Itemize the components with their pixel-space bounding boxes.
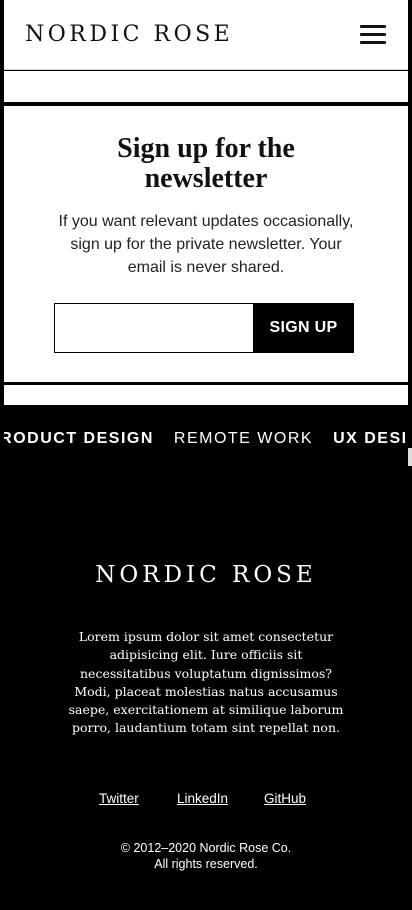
footer-description: Lorem ipsum dolor sit amet consectetur a… xyxy=(68,629,344,736)
spacer xyxy=(4,385,408,405)
newsletter-title: Sign up for the newsletter xyxy=(4,134,408,194)
page-frame: NORDIC ROSE Sign up for the newsletter I… xyxy=(4,0,408,910)
footer-logo: NORDIC ROSE xyxy=(95,562,317,588)
newsletter-section: Sign up for the newsletter If you want r… xyxy=(4,106,408,382)
newsletter-title-line1: Sign up for the xyxy=(117,133,295,164)
social-links: Twitter LinkedIn GitHub xyxy=(4,791,408,811)
linkedin-link[interactable]: LinkedIn xyxy=(177,791,228,806)
copyright-line2: All rights reserved. xyxy=(154,857,258,871)
copyright-line1: © 2012–2020 Nordic Rose Co. xyxy=(120,841,292,855)
spacer xyxy=(4,71,408,102)
copyright: © 2012–2020 Nordic Rose Co. All rights r… xyxy=(4,840,408,872)
twitter-link[interactable]: Twitter xyxy=(99,791,139,806)
site-header: NORDIC ROSE xyxy=(4,0,408,70)
scrollbar-thumb[interactable] xyxy=(408,448,412,466)
newsletter-description: If you want relevant updates occasionall… xyxy=(58,213,354,276)
ticker-track: PRODUCT DESIGN REMOTE WORK UX DESIGN xyxy=(4,430,408,448)
topic-ticker: PRODUCT DESIGN REMOTE WORK UX DESIGN xyxy=(4,405,408,475)
ticker-item[interactable]: UX DESIGN xyxy=(333,430,408,448)
hamburger-menu-icon[interactable] xyxy=(360,24,386,46)
menu-bar-bottom xyxy=(360,41,386,44)
menu-bar-middle xyxy=(360,33,386,36)
site-logo[interactable]: NORDIC ROSE xyxy=(25,22,233,47)
menu-bar-top xyxy=(360,25,386,28)
signup-button[interactable]: SIGN UP xyxy=(253,303,354,353)
github-link[interactable]: GitHub xyxy=(264,791,306,806)
ticker-item[interactable]: PRODUCT DESIGN xyxy=(4,430,154,448)
email-field[interactable] xyxy=(54,303,254,353)
ticker-item[interactable]: REMOTE WORK xyxy=(174,430,313,448)
newsletter-form: SIGN UP xyxy=(54,303,354,353)
newsletter-title-line2: newsletter xyxy=(144,163,268,194)
